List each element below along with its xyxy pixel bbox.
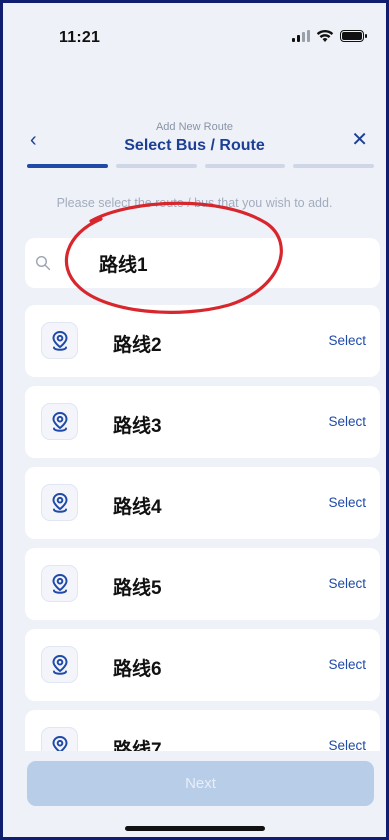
route-row[interactable]: 路线6 Select — [25, 629, 380, 701]
route-row[interactable]: 路线4 Select — [25, 467, 380, 539]
search-value: 路线1 — [99, 254, 148, 276]
route-list: 路线2 Select 路线3 Select 路线4 Select 路线5 Sel… — [25, 305, 380, 791]
route-row[interactable]: 路线2 Select — [25, 305, 380, 377]
route-name: 路线2 — [113, 335, 162, 356]
location-pin-icon — [41, 484, 78, 521]
route-name: 路线5 — [113, 578, 162, 599]
route-name: 路线3 — [113, 416, 162, 437]
route-row[interactable]: 路线3 Select — [25, 386, 380, 458]
step-progress — [27, 164, 374, 168]
status-time: 11:21 — [59, 29, 101, 46]
wifi-icon — [316, 29, 334, 42]
close-icon[interactable]: ✕ — [351, 127, 368, 152]
location-pin-icon — [41, 403, 78, 440]
next-button[interactable]: Next — [27, 761, 374, 806]
location-pin-icon — [41, 565, 78, 602]
select-button[interactable]: Select — [328, 495, 366, 510]
select-button[interactable]: Select — [328, 414, 366, 429]
select-button[interactable]: Select — [328, 576, 366, 591]
progress-step-3 — [204, 164, 286, 168]
progress-step-2 — [115, 164, 197, 168]
battery-icon — [340, 30, 367, 42]
header-subtitle: Add New Route — [155, 121, 234, 133]
status-bar: 11:21 — [3, 3, 386, 63]
select-button[interactable]: Select — [328, 657, 366, 672]
select-button[interactable]: Select — [328, 333, 366, 348]
device-frame: 11:21 ‹ Add New Route Select Bus / Route… — [0, 0, 389, 840]
progress-step-4 — [293, 164, 374, 168]
home-indicator — [124, 826, 265, 831]
signal-icon — [292, 30, 310, 42]
route-name: 路线6 — [113, 659, 162, 680]
instruction-text: Please select the route / bus that you w… — [56, 196, 333, 210]
progress-step-1 — [27, 164, 108, 168]
location-pin-icon — [41, 646, 78, 683]
footer: Next — [3, 751, 386, 837]
status-icons — [292, 29, 367, 43]
route-row[interactable]: 路线5 Select — [25, 548, 380, 620]
app-screen: 11:21 ‹ Add New Route Select Bus / Route… — [3, 3, 386, 837]
search-icon — [35, 255, 51, 271]
search-input[interactable]: 路线1 — [25, 238, 380, 288]
header: ‹ Add New Route Select Bus / Route ✕ — [3, 115, 386, 165]
page-title: Select Bus / Route — [124, 137, 265, 154]
route-name: 路线4 — [113, 497, 162, 518]
location-pin-icon — [41, 322, 78, 359]
